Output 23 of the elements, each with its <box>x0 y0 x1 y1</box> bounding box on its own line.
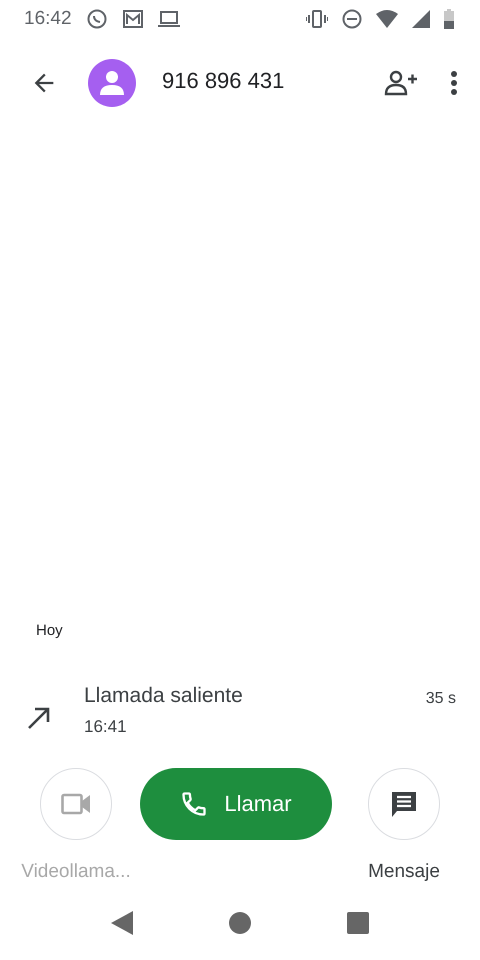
outgoing-call-icon <box>26 704 52 731</box>
wifi-icon <box>376 10 398 28</box>
video-camera-icon <box>61 792 91 814</box>
call-type: Llamada saliente <box>84 682 243 708</box>
action-label: Videollama... <box>21 860 131 884</box>
call-duration: 35 s <box>426 688 456 709</box>
phone-number: 916 896 431 <box>162 67 284 95</box>
do-not-disturb-icon <box>342 9 362 29</box>
status-time: 16:42 <box>24 6 72 31</box>
phone-icon <box>180 790 208 818</box>
vibrate-icon <box>306 9 328 29</box>
call-time: 16:41 <box>84 716 128 738</box>
more-options-icon <box>450 70 458 96</box>
laptop-icon <box>158 10 180 28</box>
add-person-icon <box>384 69 418 97</box>
signal-icon <box>412 10 430 28</box>
battery-icon <box>444 9 454 29</box>
mail-icon <box>122 9 144 29</box>
date-heading: Hoy <box>35 621 64 642</box>
chat-icon <box>86 8 108 30</box>
avatar <box>88 59 136 107</box>
action-label: Mensaje <box>368 860 440 884</box>
call-button[interactable]: Llamar <box>140 768 332 840</box>
